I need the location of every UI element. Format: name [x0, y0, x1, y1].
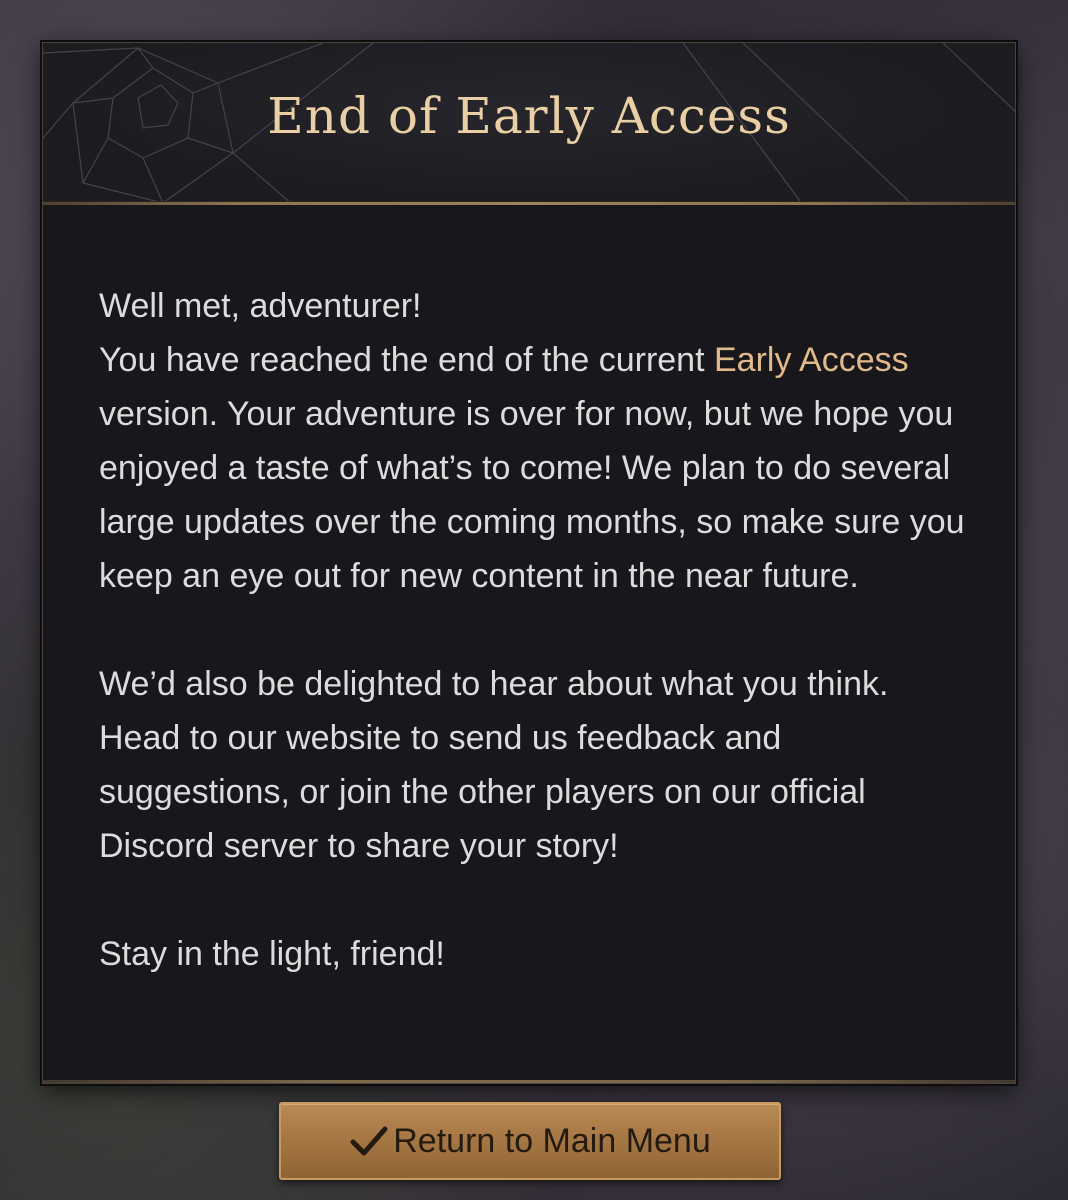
dialog-message: Well met, adventurer! You have reached t…: [99, 279, 979, 981]
message-text: You have reached the end of the current: [99, 341, 714, 379]
early-access-highlight: Early Access: [713, 341, 909, 379]
header-divider: [43, 201, 1015, 205]
checkmark-icon: [350, 1126, 388, 1156]
message-paragraph-1: You have reached the end of the current …: [99, 333, 979, 603]
closing-text: Stay in the light, friend!: [99, 935, 445, 973]
dialog-header: End of Early Access: [43, 43, 1015, 205]
return-to-main-menu-button[interactable]: Return to Main Menu: [279, 1102, 781, 1180]
dialog-title: End of Early Access: [267, 87, 791, 145]
message-text: version. Your adventure is over for now,…: [99, 395, 965, 595]
dialog-panel: End of Early Access Well met, adventurer…: [42, 42, 1016, 1084]
footer-divider: [43, 1080, 1015, 1083]
greeting-text: Well met, adventurer!: [99, 287, 422, 325]
return-button-label: Return to Main Menu: [393, 1121, 711, 1160]
message-paragraph-2: We’d also be delighted to hear about wha…: [99, 665, 889, 865]
